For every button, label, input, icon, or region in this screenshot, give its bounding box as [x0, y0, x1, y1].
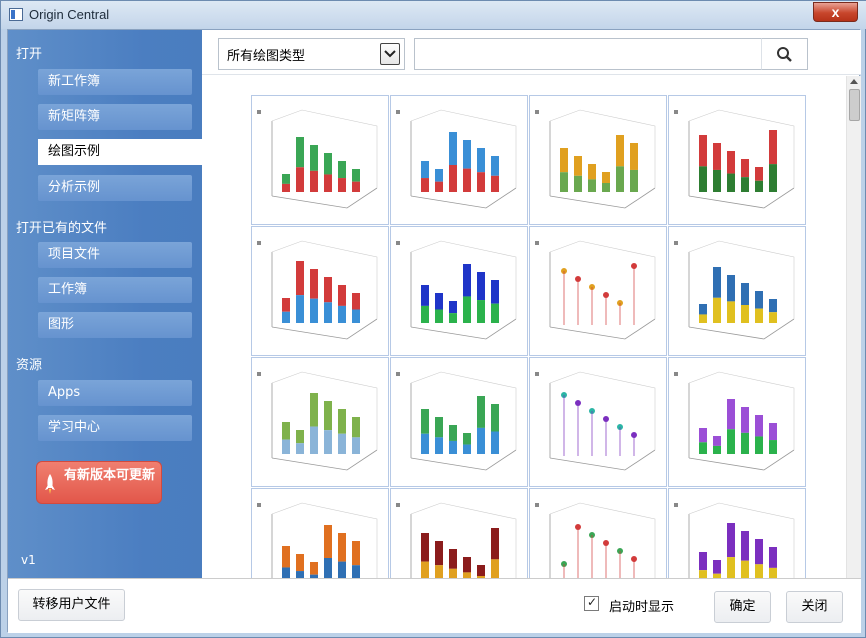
sales-report-3d-bars-preview	[535, 109, 656, 209]
plot-example-3d-stacked-area[interactable]	[390, 488, 528, 578]
rocket-icon	[45, 474, 55, 494]
plot-example-3d-stacked-cylinders[interactable]	[668, 226, 806, 356]
3d-area-wall-preview	[257, 371, 378, 471]
plot-example-3d-scatter-purple[interactable]	[668, 357, 806, 487]
section-heading-resources: 资源	[16, 358, 43, 373]
plot-example-3d-scatter-ellipsoids[interactable]	[390, 357, 528, 487]
search-button[interactable]	[761, 38, 808, 70]
sidebar-item-new-workbook[interactable]: 新工作簿	[38, 69, 192, 95]
plot-example-3d-bars-blue-green[interactable]	[390, 226, 528, 356]
show-on-startup-label: 启动时显示	[609, 600, 675, 615]
filter-bar: 所有绘图类型	[202, 30, 861, 75]
3d-stacked-bars-preview	[257, 109, 378, 209]
grouped-bar-chart-preview	[396, 109, 517, 209]
plot-example-3d-stacked-bars[interactable]	[251, 95, 389, 225]
show-on-startup-checkbox[interactable]	[584, 595, 599, 611]
plot-example-sales-report-3d-bars[interactable]	[529, 95, 667, 225]
update-available-button[interactable]: 有新版本可更新	[36, 461, 162, 504]
plot-example-3d-surface-colormap[interactable]	[668, 488, 806, 578]
update-button-label: 有新版本可更新	[64, 468, 156, 483]
plot-type-value: 所有绘图类型	[227, 49, 306, 64]
close-button[interactable]: 关闭	[786, 591, 843, 623]
chevron-down-icon[interactable]	[380, 43, 400, 65]
plot-example-3d-sine-waves[interactable]	[529, 488, 667, 578]
gallery-scrollbar[interactable]	[846, 76, 861, 578]
scrollbar-thumb[interactable]	[849, 89, 860, 121]
3d-bars-colormap-preview	[674, 109, 795, 209]
3d-bars-blue-green-preview	[396, 240, 517, 340]
scroll-up-icon[interactable]	[850, 79, 858, 84]
sidebar-item-plot-examples[interactable]: 绘图示例	[38, 139, 202, 165]
3d-bars-colorscale-preview	[257, 240, 378, 340]
3d-stacked-area-preview	[396, 502, 517, 578]
3d-ribbon-waterfall-preview	[535, 371, 656, 471]
plot-example-3d-scatter-drop-lines[interactable]	[529, 226, 667, 356]
3d-scatter-ellipsoids-preview	[396, 371, 517, 471]
sidebar-item-graphs[interactable]: 图形	[38, 312, 192, 338]
search-icon	[777, 47, 792, 62]
plot-example-3d-bars-colorscale[interactable]	[251, 226, 389, 356]
client-area: 打开 新工作簿 新矩阵簿 绘图示例 分析示例 打开已有的文件 项目文件 工作簿 …	[7, 29, 861, 633]
3d-scatter-drop-lines-preview	[535, 240, 656, 340]
3d-stacked-cylinders-preview	[674, 240, 795, 340]
close-window-button[interactable]: x	[813, 2, 858, 22]
window-title: Origin Central	[29, 7, 110, 22]
version-label: v1	[21, 553, 36, 567]
3d-scatter-purple-preview	[674, 371, 795, 471]
ok-button[interactable]: 确定	[714, 591, 771, 623]
app-icon	[9, 8, 23, 21]
plot-example-3d-area-wall[interactable]	[251, 357, 389, 487]
section-heading-open: 打开	[16, 47, 43, 62]
bottom-bar: 转移用户文件 启动时显示 确定 关闭	[8, 578, 861, 633]
plot-example-3d-ribbon-waterfall[interactable]	[529, 357, 667, 487]
sidebar-item-workbooks[interactable]: 工作簿	[38, 277, 192, 303]
transfer-user-files-button[interactable]: 转移用户文件	[18, 589, 125, 621]
title-bar[interactable]: Origin Central x	[1, 1, 866, 29]
3d-sine-waves-preview	[535, 502, 656, 578]
sidebar-item-project-files[interactable]: 项目文件	[38, 242, 192, 268]
3d-surface-colormap-preview	[674, 502, 795, 578]
sidebar-item-apps[interactable]: Apps	[38, 380, 192, 406]
sidebar-item-new-matrixbook[interactable]: 新矩阵簿	[38, 104, 192, 130]
search-input[interactable]	[414, 38, 762, 70]
sidebar-item-learning-center[interactable]: 学习中心	[38, 415, 192, 441]
3d-scatter-colorscale-preview	[257, 502, 378, 578]
origin-central-window: Origin Central x 打开 新工作簿 新矩阵簿 绘图示例 分析示例 …	[0, 0, 866, 638]
plot-example-3d-bars-colormap[interactable]	[668, 95, 806, 225]
plot-example-grouped-bar-chart[interactable]	[390, 95, 528, 225]
section-heading-open-existing: 打开已有的文件	[16, 221, 108, 236]
plot-example-3d-scatter-colorscale[interactable]	[251, 488, 389, 578]
sidebar: 打开 新工作簿 新矩阵簿 绘图示例 分析示例 打开已有的文件 项目文件 工作簿 …	[8, 30, 202, 578]
sidebar-item-analysis-examples[interactable]: 分析示例	[38, 175, 192, 201]
plot-examples-gallery	[202, 76, 846, 578]
plot-type-dropdown[interactable]: 所有绘图类型	[218, 38, 405, 70]
